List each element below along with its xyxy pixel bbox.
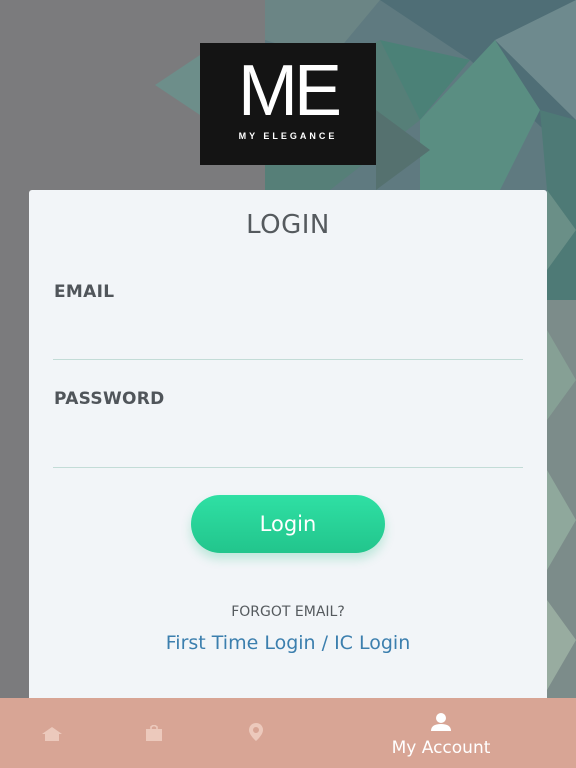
logo-sub-text: MY ELEGANCE [238, 131, 338, 141]
nav-tab-location[interactable] [224, 698, 288, 768]
email-label: EMAIL [54, 282, 115, 302]
user-icon [431, 713, 451, 731]
forgot-email-link[interactable]: FORGOT EMAIL? [29, 604, 547, 620]
logo-main-text: ME [238, 51, 342, 131]
login-card: LOGIN EMAIL PASSWORD Login FORGOT EMAIL?… [29, 190, 547, 710]
login-title: LOGIN [246, 210, 330, 240]
location-pin-icon [249, 723, 263, 741]
email-field[interactable] [53, 320, 523, 360]
bottom-navigation: My Account [0, 698, 576, 768]
nav-tab-home[interactable] [20, 698, 84, 768]
login-button[interactable]: Login [191, 495, 385, 553]
nav-tab-my-account[interactable]: My Account [372, 698, 510, 768]
shopping-bag-icon [146, 725, 162, 741]
first-time-login-link[interactable]: First Time Login / IC Login [29, 632, 547, 654]
home-icon [42, 727, 62, 741]
password-field[interactable] [53, 428, 523, 468]
my-elegance-logo: ME MY ELEGANCE [200, 43, 376, 165]
nav-tab-shop[interactable] [122, 698, 186, 768]
password-label: PASSWORD [54, 389, 165, 409]
nav-label-my-account: My Account [391, 738, 491, 758]
